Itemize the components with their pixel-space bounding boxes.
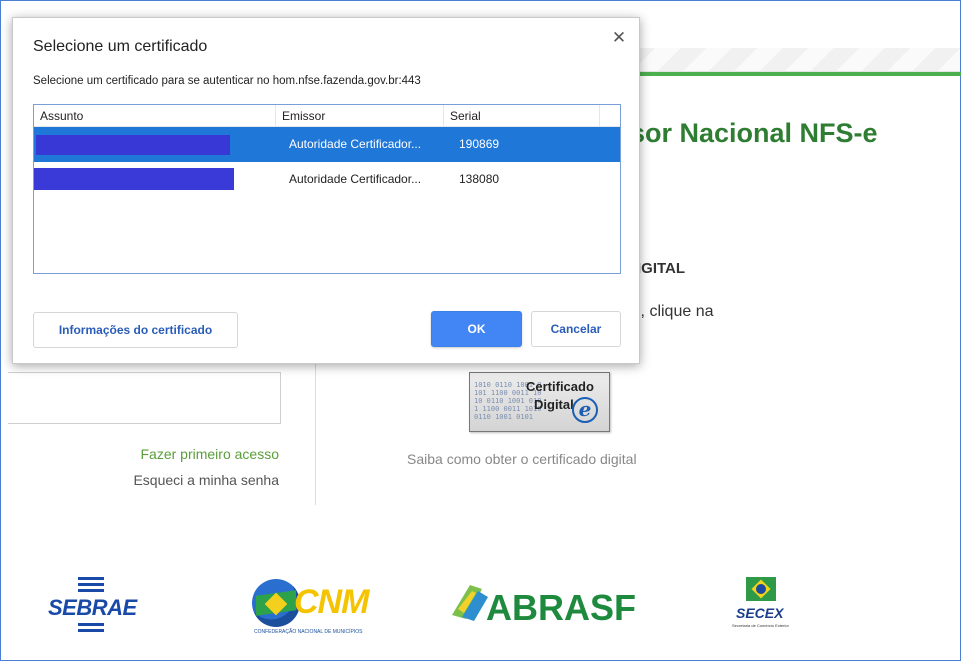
column-divider	[315, 350, 316, 505]
certificate-list-header: Assunto Emissor Serial	[34, 105, 620, 127]
dialog-description: Selecione um certificado para se autenti…	[33, 75, 421, 87]
brazil-flag-icon	[746, 577, 776, 601]
cnm-wordmark: CNM	[294, 583, 369, 621]
sebrae-wordmark: SEBRAE	[48, 595, 137, 620]
ok-button[interactable]: OK	[431, 311, 522, 347]
cnm-logo: CNM CONFEDERAÇÃO NACIONAL DE MUNICÍPIOS	[252, 577, 382, 635]
digital-cert-instruction: l, clique na	[637, 303, 714, 320]
secex-subtitle: Secretaria de Comércio Exterior	[732, 623, 789, 628]
page-header-accent-line	[600, 72, 961, 76]
cert-serial-cell: 190869	[459, 137, 500, 151]
column-header-serial[interactable]: Serial	[444, 105, 600, 126]
cert-badge-line2: Digital	[534, 397, 574, 412]
page-header-pattern	[630, 48, 960, 72]
digital-certificate-button[interactable]: 1010 0110 1001 0101 1100 0011 1010 0110 …	[469, 372, 610, 432]
cert-subject-cell	[34, 162, 276, 197]
sebrae-bars-top	[78, 577, 104, 595]
column-header-issuer[interactable]: Emissor	[276, 105, 444, 126]
close-icon[interactable]: ✕	[609, 28, 629, 48]
cnm-subtitle: CONFEDERAÇÃO NACIONAL DE MUNICÍPIOS	[254, 629, 363, 635]
cert-subject-cell	[34, 127, 276, 162]
column-header-subject[interactable]: Assunto	[34, 105, 276, 126]
redacted-subject	[36, 135, 230, 155]
sebrae-bars-bottom	[78, 623, 104, 635]
secex-logo: SECEX Secretaria de Comércio Exterior	[732, 577, 796, 637]
abrasf-logo: ABRASF	[448, 575, 658, 635]
cert-issuer-cell: Autoridade Certificador...	[289, 137, 422, 151]
digital-cert-heading: IGITAL	[637, 260, 686, 277]
page-title: sor Nacional NFS-e	[630, 118, 878, 148]
certificate-dialog: Selecione um certificado ✕ Selecione um …	[12, 17, 640, 364]
first-access-link[interactable]: Fazer primeiro acesso	[141, 446, 280, 462]
certificate-row[interactable]: Autoridade Certificador... 138080	[34, 162, 620, 197]
cert-info-link[interactable]: Saiba como obter o certificado digital	[407, 451, 637, 467]
certificate-list[interactable]: Assunto Emissor Serial Autoridade Certif…	[33, 104, 621, 274]
cert-issuer-cell: Autoridade Certificador...	[289, 172, 422, 186]
certificate-row[interactable]: Autoridade Certificador... 190869	[34, 127, 620, 162]
partner-logos: SEBRAE CNM CONFEDERAÇÃO NACIONAL DE MUNI…	[0, 565, 961, 645]
login-input-field[interactable]	[8, 372, 281, 424]
cancel-button[interactable]: Cancelar	[531, 311, 621, 347]
cert-badge-line1: Certificado	[526, 379, 594, 394]
abrasf-wordmark: ABRASF	[486, 587, 636, 628]
cert-serial-cell: 138080	[459, 172, 500, 186]
forgot-password-link[interactable]: Esqueci a minha senha	[133, 472, 279, 488]
secex-wordmark: SECEX	[736, 605, 784, 621]
dialog-title: Selecione um certificado	[33, 38, 208, 55]
redacted-subject	[34, 168, 234, 190]
certificate-info-button[interactable]: Informações do certificado	[33, 312, 238, 348]
e-cert-icon: e	[572, 397, 598, 423]
